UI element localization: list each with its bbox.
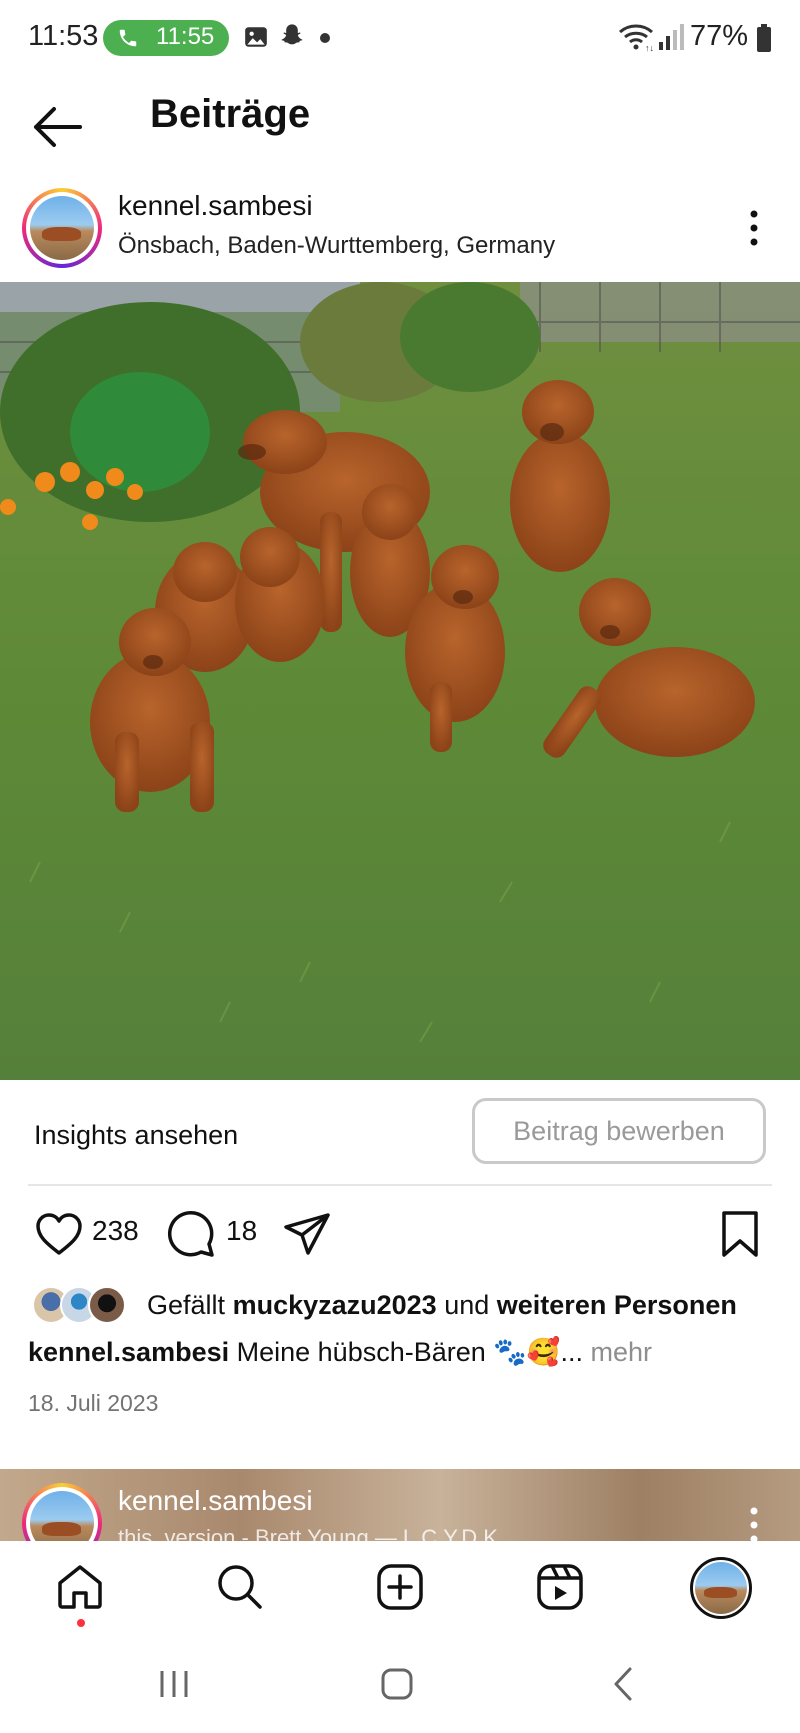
post-username[interactable]: kennel.sambesi: [118, 190, 313, 222]
post-header: kennel.sambesi Önsbach, Baden-Wurttember…: [0, 182, 800, 282]
heart-icon[interactable]: [34, 1211, 84, 1257]
status-time: 11:53: [28, 20, 99, 52]
page-title: Beiträge: [150, 92, 311, 136]
snapchat-icon: [281, 24, 303, 45]
avatar: [30, 196, 94, 260]
comments-count[interactable]: 18: [226, 1215, 257, 1247]
promote-post-button[interactable]: Beitrag bewerben: [472, 1098, 766, 1164]
call-duration: 11:55: [156, 23, 215, 50]
recent-apps-icon[interactable]: [156, 1667, 192, 1701]
avatar: [30, 1491, 94, 1541]
avatar: [695, 1562, 747, 1614]
bookmark-icon[interactable]: [718, 1209, 762, 1259]
others-link[interactable]: weiteren Personen: [497, 1290, 737, 1320]
signal-icon: [659, 24, 684, 50]
wifi-icon: ↑↓: [619, 24, 654, 52]
system-nav-bar: [0, 1637, 800, 1733]
create-icon[interactable]: [374, 1561, 426, 1613]
post-location[interactable]: Önsbach, Baden-Wurttemberg, Germany: [118, 232, 555, 260]
next-post-avatar[interactable]: [22, 1483, 102, 1541]
share-icon[interactable]: [282, 1211, 332, 1257]
call-pill[interactable]: 11:55: [103, 20, 229, 56]
svg-text:↑↓: ↑↓: [645, 43, 654, 52]
liked-by-row[interactable]: Gefällt muckyzazu2023 und weiteren Perso…: [32, 1284, 792, 1330]
status-bar: 11:53 11:55 ↑↓ 77%: [0, 0, 800, 75]
back-icon[interactable]: [610, 1665, 634, 1703]
dogs-photo: [0, 282, 800, 1080]
liker-username[interactable]: muckyzazu2023: [233, 1290, 437, 1320]
more-options-icon[interactable]: [740, 206, 768, 250]
battery-icon: [757, 24, 771, 52]
dot-icon: [320, 33, 330, 43]
likes-count[interactable]: 238: [92, 1215, 139, 1247]
next-post-header: kennel.sambesi this_version - Brett Youn…: [0, 1469, 800, 1541]
app-header: Beiträge: [0, 80, 800, 172]
next-post-username[interactable]: kennel.sambesi: [118, 1485, 313, 1517]
home-icon[interactable]: [54, 1561, 106, 1613]
liked-by-mid: und: [444, 1290, 490, 1320]
insights-row: Insights ansehen Beitrag bewerben: [28, 1080, 772, 1186]
reels-icon[interactable]: [534, 1561, 586, 1613]
gallery-icon: [245, 27, 267, 47]
more-options-icon[interactable]: [746, 1505, 762, 1541]
liked-by-prefix: Gefällt: [147, 1290, 226, 1320]
post-actions: 238 18: [0, 1203, 800, 1263]
liker-avatar: [88, 1286, 126, 1324]
notification-dot: [77, 1619, 85, 1627]
profile-avatar[interactable]: [690, 1557, 752, 1619]
bottom-nav: [0, 1541, 800, 1637]
caption-text: Meine hübsch-Bären 🐾🥰...: [236, 1337, 584, 1367]
caption-username[interactable]: kennel.sambesi: [28, 1337, 229, 1367]
post-caption: kennel.sambesi Meine hübsch-Bären 🐾🥰... …: [28, 1336, 652, 1368]
post-date: 18. Juli 2023: [28, 1390, 159, 1416]
caption-more-link[interactable]: mehr: [583, 1337, 653, 1367]
back-arrow-icon[interactable]: [30, 100, 84, 154]
post-photo[interactable]: [0, 282, 800, 1080]
next-post-audio[interactable]: this_version - Brett Young — L.C.Y.D.K.: [118, 1525, 504, 1541]
battery-percentage: 77%: [690, 20, 749, 52]
comment-icon[interactable]: [166, 1209, 216, 1259]
view-insights-link[interactable]: Insights ansehen: [34, 1120, 238, 1151]
home-button-icon[interactable]: [380, 1667, 414, 1701]
call-icon: [119, 29, 137, 47]
liked-by-text: Gefällt muckyzazu2023 und weiteren Perso…: [147, 1290, 737, 1321]
search-icon[interactable]: [214, 1561, 266, 1613]
story-ring-avatar[interactable]: [22, 188, 102, 268]
